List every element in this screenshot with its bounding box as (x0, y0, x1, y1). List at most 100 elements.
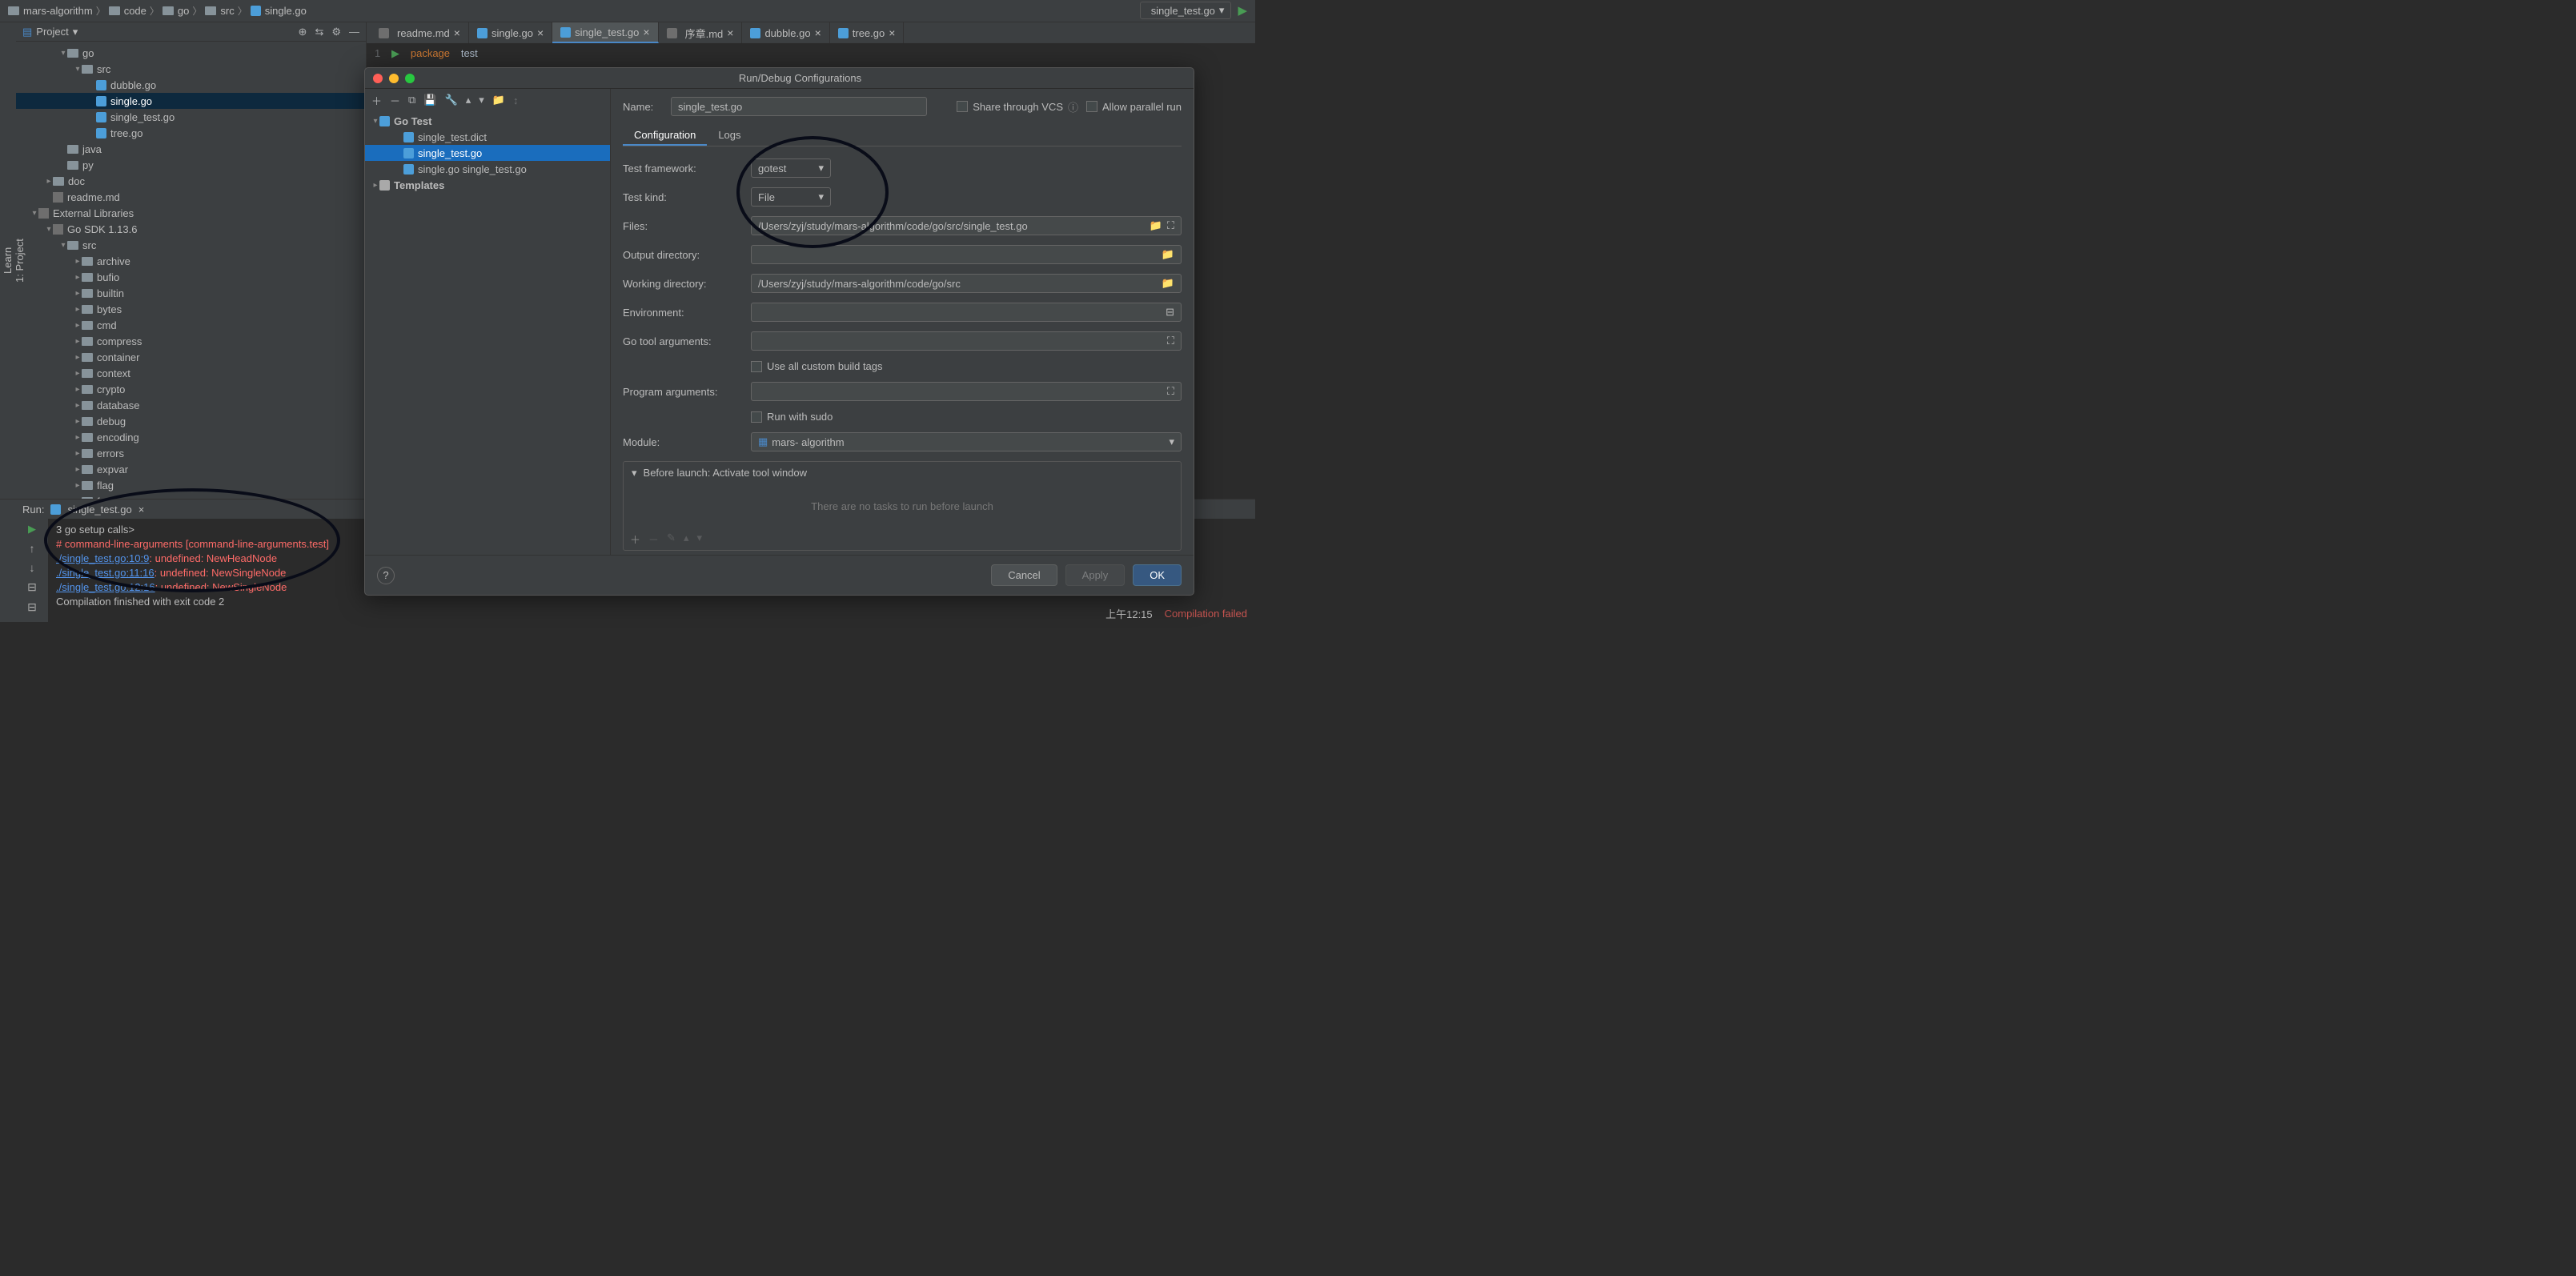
close-icon[interactable]: × (138, 504, 145, 516)
run-tab[interactable]: single_test.go (67, 504, 131, 516)
left-tab-learn[interactable]: Learn (2, 34, 14, 487)
editor-tab[interactable]: 序章.md× (659, 22, 743, 43)
custom-tags-checkbox[interactable] (751, 361, 762, 372)
tree-arrow-icon[interactable]: ▾ (74, 65, 82, 74)
minimize-window-icon[interactable] (389, 74, 399, 83)
test-kind-select[interactable]: File▾ (751, 187, 831, 207)
tree-item[interactable]: readme.md (16, 189, 366, 205)
run-sudo-checkbox[interactable] (751, 411, 762, 423)
down-icon[interactable]: ▾ (479, 94, 484, 106)
tree-item[interactable]: ▸database (16, 397, 366, 413)
go-args-input[interactable]: ⛶ (751, 331, 1182, 351)
help-icon[interactable]: ⓘ (1068, 99, 1078, 114)
remove-config-icon[interactable]: － (390, 93, 400, 108)
folder-icon[interactable]: 📁 (492, 94, 505, 106)
files-input[interactable]: /Users/zyj/study/mars-algorithm/code/go/… (751, 216, 1182, 235)
close-tab-icon[interactable]: × (643, 26, 649, 38)
tree-arrow-icon[interactable]: ▸ (74, 465, 82, 474)
editor-tabs[interactable]: readme.md×single.go×single_test.go×序章.md… (367, 22, 1255, 43)
locate-icon[interactable]: ⊕ (299, 26, 307, 38)
tree-item[interactable]: ▸flag (16, 477, 366, 493)
allow-parallel-checkbox[interactable] (1086, 101, 1097, 112)
add-task-icon[interactable]: ＋ (630, 532, 640, 547)
env-input[interactable]: ⊟ (751, 303, 1182, 322)
tree-arrow-icon[interactable]: ▾ (59, 241, 67, 250)
gear-icon[interactable]: ⚙ (331, 26, 341, 38)
run-config-selector[interactable]: single_test.go ▾ (1140, 2, 1232, 19)
test-framework-select[interactable]: gotest▾ (751, 158, 831, 178)
config-tree-item[interactable]: single.go single_test.go (365, 161, 610, 177)
crumb-3[interactable]: src (205, 5, 234, 17)
tree-item[interactable]: single.go (16, 93, 366, 109)
down-arrow-icon[interactable]: ↓ (30, 561, 35, 574)
tree-arrow-icon[interactable]: ▸ (74, 449, 82, 458)
collapse-icon[interactable]: ⇆ (315, 26, 323, 38)
bottom-toolwindow-bar[interactable] (0, 500, 16, 622)
config-tree[interactable]: ▾Go Testsingle_test.dictsingle_test.gosi… (365, 111, 610, 555)
toolbar-icon[interactable]: ⊟ (27, 580, 37, 594)
cancel-button[interactable]: Cancel (991, 564, 1057, 586)
list-icon[interactable]: ⊟ (1166, 306, 1174, 319)
tree-item[interactable]: ▾go (16, 45, 366, 61)
tree-arrow-icon[interactable]: ▸ (74, 273, 82, 282)
tree-item[interactable]: ▸bytes (16, 301, 366, 317)
tree-item[interactable]: ▸crypto (16, 381, 366, 397)
tab-logs[interactable]: Logs (707, 126, 752, 146)
expand-icon[interactable]: ⛶ (1167, 335, 1174, 347)
close-tab-icon[interactable]: × (815, 26, 821, 39)
output-dir-input[interactable]: 📁 (751, 245, 1182, 264)
sort-icon[interactable]: ↕ (513, 94, 519, 106)
editor-tab[interactable]: readme.md× (371, 22, 469, 43)
config-tree-item[interactable]: ▾Go Test (365, 113, 610, 129)
wrench-icon[interactable]: 🔧 (445, 94, 458, 106)
up-icon[interactable]: ▴ (466, 94, 471, 106)
tree-item[interactable]: ▸archive (16, 253, 366, 269)
close-tab-icon[interactable]: × (889, 26, 895, 39)
close-tab-icon[interactable]: × (727, 26, 733, 39)
tree-arrow-icon[interactable]: ▾ (371, 117, 379, 126)
crumb-1[interactable]: code (109, 5, 146, 17)
tree-arrow-icon[interactable]: ▸ (74, 321, 82, 330)
tree-arrow-icon[interactable]: ▸ (45, 177, 53, 186)
tree-item[interactable]: ▸bufio (16, 269, 366, 285)
close-window-icon[interactable] (373, 74, 383, 83)
tree-arrow-icon[interactable]: ▸ (74, 385, 82, 394)
tree-arrow-icon[interactable]: ▸ (74, 433, 82, 442)
close-tab-icon[interactable]: × (454, 26, 460, 39)
edit-task-icon[interactable]: ✎ (667, 532, 676, 547)
tree-item[interactable]: ▸fmt (16, 493, 366, 499)
tree-arrow-icon[interactable]: ▸ (74, 353, 82, 362)
tree-item[interactable]: ▸doc (16, 173, 366, 189)
help-button[interactable]: ? (377, 567, 395, 584)
name-input[interactable]: single_test.go (671, 97, 927, 116)
expand-icon[interactable]: ⛶ (1167, 219, 1174, 232)
tree-arrow-icon[interactable]: ▸ (371, 181, 379, 190)
tree-item[interactable]: ▸cmd (16, 317, 366, 333)
tree-item[interactable]: ▸container (16, 349, 366, 365)
tree-item[interactable]: ▸expvar (16, 461, 366, 477)
browse-icon[interactable]: 📁 (1162, 248, 1174, 261)
tree-item[interactable]: ▾src (16, 61, 366, 77)
tree-arrow-icon[interactable]: ▾ (30, 209, 38, 218)
tree-arrow-icon[interactable]: ▸ (74, 417, 82, 426)
tree-item[interactable]: ▸context (16, 365, 366, 381)
browse-icon[interactable]: 📁 (1162, 277, 1174, 290)
editor-tab[interactable]: single.go× (469, 22, 552, 43)
collapse-icon[interactable]: ▾ (632, 467, 637, 480)
tree-arrow-icon[interactable]: ▸ (74, 337, 82, 346)
project-title[interactable]: Project (36, 26, 68, 38)
tree-arrow-icon[interactable]: ▸ (74, 289, 82, 298)
tree-arrow-icon[interactable]: ▸ (74, 481, 82, 490)
tree-arrow-icon[interactable]: ▸ (74, 305, 82, 314)
config-tree-item[interactable]: single_test.dict (365, 129, 610, 145)
dropdown-icon[interactable]: ▾ (73, 26, 78, 38)
tree-arrow-icon[interactable]: ▸ (74, 401, 82, 410)
working-dir-input[interactable]: /Users/zyj/study/mars-algorithm/code/go/… (751, 274, 1182, 293)
tab-configuration[interactable]: Configuration (623, 126, 707, 146)
browse-icon[interactable]: 📁 (1150, 219, 1162, 232)
run-button[interactable]: ▶ (1238, 3, 1247, 18)
run-gutter-icon[interactable]: ▶ (391, 47, 399, 59)
crumb-4[interactable]: single.go (251, 5, 307, 17)
tree-item[interactable]: java (16, 141, 366, 157)
left-tab-project[interactable]: 1: Project (14, 34, 26, 487)
